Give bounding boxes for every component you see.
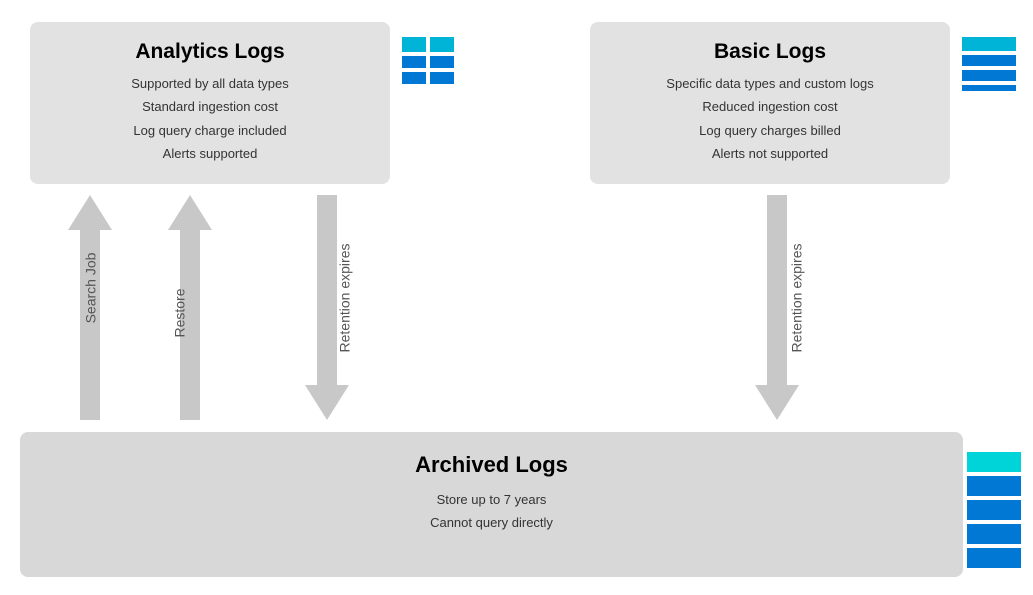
basic-lines-icon	[960, 35, 1018, 93]
analytics-features: Supported by all data types Standard ing…	[50, 72, 370, 166]
basic-features: Specific data types and custom logs Redu…	[610, 72, 930, 166]
restore-label: Restore	[172, 288, 188, 337]
archived-logs-box: Archived Logs Store up to 7 years Cannot…	[20, 432, 963, 577]
archived-title: Archived Logs	[50, 452, 933, 478]
archived-features: Store up to 7 years Cannot query directl…	[50, 488, 933, 535]
search-job-label: Search Job	[82, 253, 98, 324]
diagram-container: Analytics Logs Supported by all data typ…	[0, 0, 1033, 595]
analytics-logs-box: Analytics Logs Supported by all data typ…	[30, 22, 390, 184]
retention-basic-label: Retention expires	[788, 244, 804, 353]
analytics-grid-icon	[400, 35, 458, 93]
basic-title: Basic Logs	[610, 40, 930, 64]
basic-logs-box: Basic Logs Specific data types and custo…	[590, 22, 950, 184]
archived-lines-icon	[965, 450, 1023, 570]
analytics-title: Analytics Logs	[50, 40, 370, 64]
retention-analytics-label: Retention expires	[336, 244, 352, 353]
